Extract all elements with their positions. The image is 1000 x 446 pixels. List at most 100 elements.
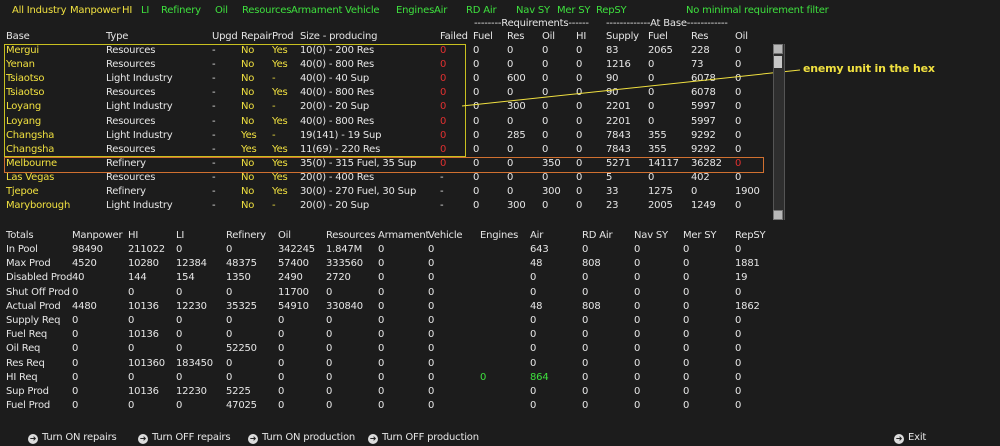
- totals-cell: 0: [278, 357, 285, 369]
- totals-cell: 0: [128, 286, 135, 298]
- annotation-label: enemy unit in the hex: [803, 62, 935, 75]
- exit-button[interactable]: ➜ Exit: [894, 432, 926, 444]
- totals-cell: 0: [530, 315, 537, 326]
- totals-cell: 0: [530, 357, 537, 369]
- list-scrollbar[interactable]: [773, 44, 785, 220]
- totals-cell: 0: [278, 329, 285, 341]
- totals-cell: 0: [428, 357, 435, 369]
- totals-cell: 10136: [128, 386, 159, 397]
- totals-cell: 0: [378, 286, 385, 298]
- totals-cell: 0: [735, 357, 742, 369]
- totals-cell: 0: [326, 357, 333, 369]
- totals-cell: 0: [582, 386, 589, 397]
- totals-cell: 10280: [128, 258, 159, 270]
- totals-row-label: Supply Req: [6, 315, 61, 326]
- totals-cell: 10136: [128, 300, 159, 312]
- totals-cell: 0: [226, 357, 233, 369]
- totals-cell: 11700: [278, 286, 309, 298]
- totals-cell: 0: [176, 371, 183, 383]
- totals-cell: 0: [378, 300, 385, 312]
- totals-cell: 0: [428, 371, 435, 383]
- totals-cell: 0: [176, 400, 183, 412]
- totals-cell: 0: [634, 244, 641, 255]
- totals-cell: 0: [683, 357, 690, 369]
- totals-cell: 0: [128, 400, 135, 412]
- totals-cell: 0: [378, 329, 385, 341]
- totals-cell: 101360: [128, 357, 165, 369]
- turn-off-repairs-button[interactable]: ➜ Turn OFF repairs: [138, 432, 231, 444]
- arrow-right-icon: ➜: [28, 434, 38, 444]
- totals-cell: 0: [634, 371, 641, 383]
- totals-row-label: Actual Prod: [6, 300, 61, 312]
- totals-cell: 35325: [226, 300, 257, 312]
- totals-cell: 864: [530, 371, 549, 383]
- totals-cell: 0: [634, 286, 641, 298]
- totals-cell: 1350: [226, 272, 251, 284]
- totals-row-label: HI Req: [6, 371, 38, 383]
- totals-cell: 0: [176, 329, 183, 341]
- totals-cell: 0: [582, 272, 589, 284]
- totals-cell: 98490: [72, 244, 103, 255]
- totals-cell: 0: [582, 315, 589, 326]
- totals-cell: 0: [530, 343, 537, 355]
- turn-on-production-button[interactable]: ➜ Turn ON production: [248, 432, 355, 444]
- totals-cell: 0: [634, 315, 641, 326]
- totals-cell: 0: [72, 315, 79, 326]
- totals-cell: 0: [735, 343, 742, 355]
- totals-cell: 0: [176, 315, 183, 326]
- totals-cell: 0: [72, 343, 79, 355]
- totals-header-nav-sy: Nav SY: [634, 230, 668, 241]
- turn-on-repairs-button[interactable]: ➜ Turn ON repairs: [28, 432, 117, 444]
- totals-cell: 0: [428, 329, 435, 341]
- totals-cell: 211022: [128, 244, 165, 255]
- totals-cell: 0: [530, 386, 537, 397]
- totals-cell: 0: [634, 272, 641, 284]
- totals-cell: 0: [378, 371, 385, 383]
- totals-header-armament: Armament: [378, 230, 430, 241]
- totals-cell: 0: [735, 286, 742, 298]
- totals-header-oil: Oil: [278, 230, 291, 241]
- totals-cell: 0: [582, 244, 589, 255]
- totals-cell: 0: [428, 244, 435, 255]
- totals-cell: 0: [72, 371, 79, 383]
- scroll-down-button[interactable]: [773, 210, 783, 220]
- totals-row-label: Shut Off Prod: [6, 286, 70, 298]
- totals-cell: 0: [582, 371, 589, 383]
- totals-cell: 0: [582, 329, 589, 341]
- scroll-up-button[interactable]: [773, 44, 783, 54]
- totals-row-label: Fuel Req: [6, 329, 48, 341]
- totals-cell: 0: [428, 315, 435, 326]
- totals-cell: 1862: [735, 300, 760, 312]
- totals-cell: 5225: [226, 386, 251, 397]
- totals-cell: 0: [634, 329, 641, 341]
- totals-cell: 0: [378, 258, 385, 270]
- totals-cell: 1.847M: [326, 244, 363, 255]
- totals-header-engines: Engines: [480, 230, 519, 241]
- totals-cell: 154: [176, 272, 195, 284]
- arrow-right-icon: ➜: [248, 434, 258, 444]
- totals-cell: 0: [278, 400, 285, 412]
- totals-cell: 0: [634, 343, 641, 355]
- totals-cell: 0: [634, 386, 641, 397]
- turn-off-production-button[interactable]: ➜ Turn OFF production: [368, 432, 479, 444]
- totals-cell: 0: [530, 272, 537, 284]
- totals-header-vehicle: Vehicle: [428, 230, 463, 241]
- totals-row-label: Fuel Prod: [6, 400, 51, 412]
- totals-cell: 0: [128, 371, 135, 383]
- totals-row-label: Oil Req: [6, 343, 41, 355]
- totals-cell: 333560: [326, 258, 363, 270]
- totals-cell: 0: [278, 386, 285, 397]
- totals-row-label: Res Req: [6, 357, 45, 369]
- totals-cell: 0: [378, 357, 385, 369]
- totals-cell: 0: [326, 315, 333, 326]
- totals-cell: 0: [735, 371, 742, 383]
- totals-cell: 48: [530, 300, 543, 312]
- totals-cell: 12384: [176, 258, 207, 270]
- totals-header-li: LI: [176, 230, 185, 241]
- totals-cell: 0: [735, 386, 742, 397]
- totals-header-repsy: RepSY: [735, 230, 766, 241]
- totals-cell: 0: [683, 371, 690, 383]
- totals-row-label: Max Prod: [6, 258, 51, 270]
- totals-cell: 0: [128, 343, 135, 355]
- scroll-thumb[interactable]: [774, 56, 782, 68]
